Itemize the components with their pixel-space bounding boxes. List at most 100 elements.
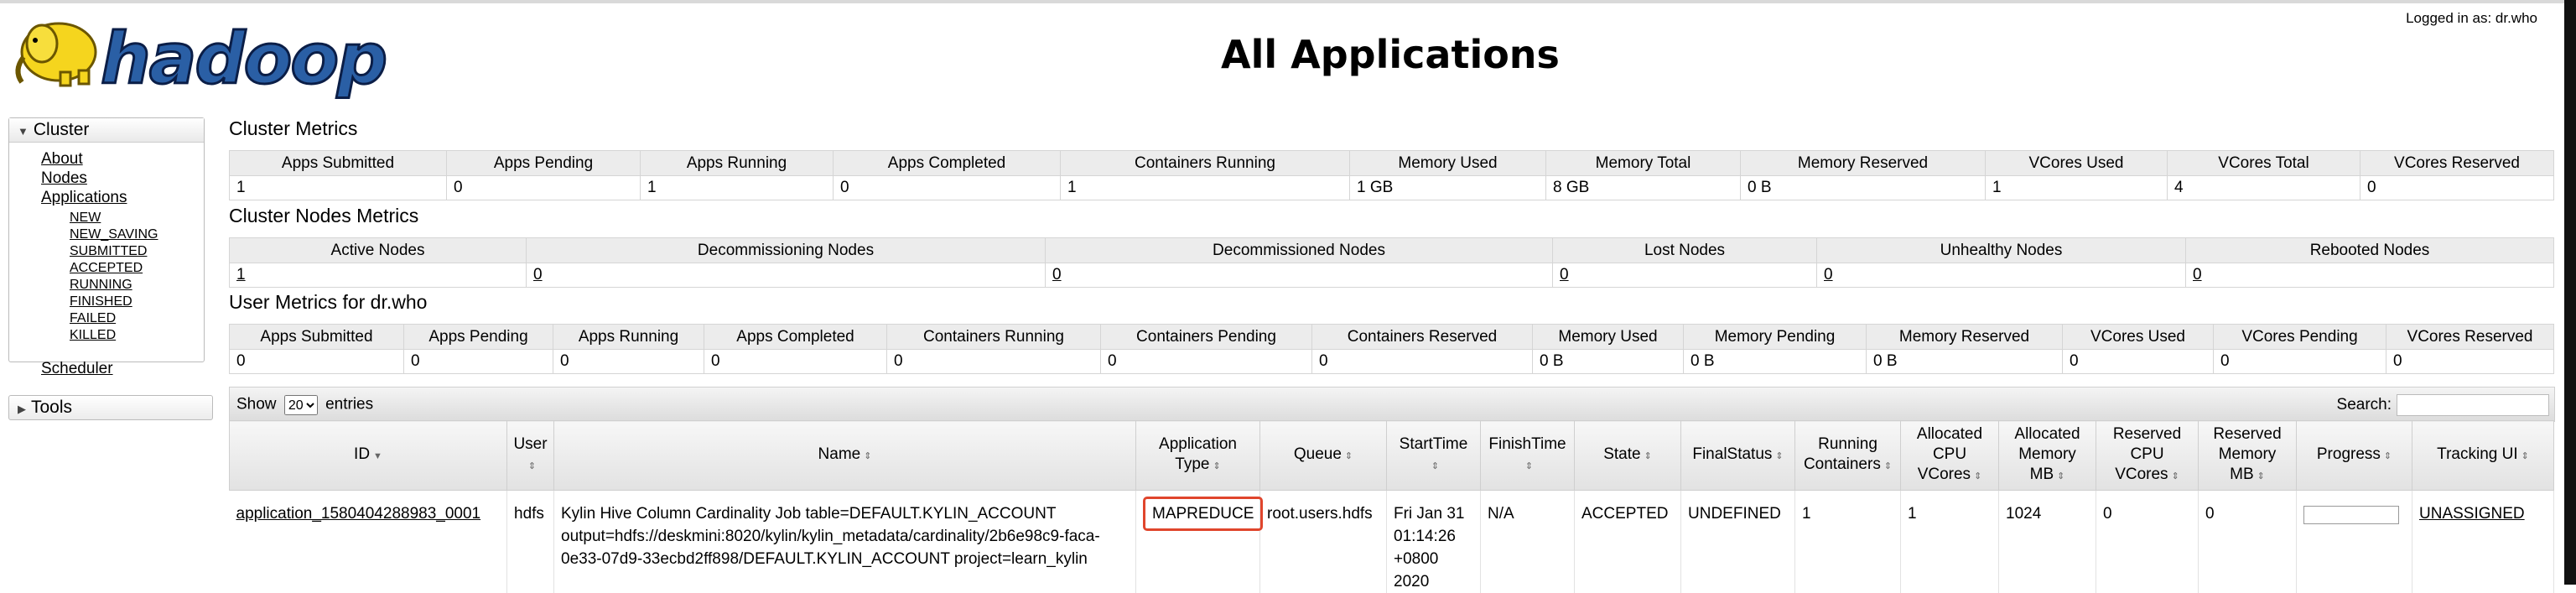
hadoop-logo[interactable]: hadoop — [10, 8, 354, 92]
sort-icon: ⇕ — [1644, 451, 1652, 461]
um-header: Apps Submitted — [230, 325, 404, 350]
cell-reserved-cpu: 0 — [2096, 491, 2199, 593]
sidebar-link-scheduler[interactable]: Scheduler — [41, 360, 113, 378]
unhealthy-nodes-link[interactable]: 0 — [1824, 266, 1833, 283]
nm-header: Decommissioning Nodes — [527, 238, 1046, 263]
decommissioning-nodes-link[interactable]: 0 — [533, 266, 543, 283]
col-header-name[interactable]: Name⇕ — [554, 421, 1136, 491]
um-value: 0 B — [1867, 350, 2063, 374]
col-header-finalstatus[interactable]: FinalStatus⇕ — [1681, 421, 1795, 491]
cell-name: Kylin Hive Column Cardinality Job table=… — [554, 491, 1136, 593]
um-header: VCores Pending — [2214, 325, 2386, 350]
cm-value: 4 — [2168, 176, 2360, 200]
sort-icon: ⇕ — [1213, 461, 1220, 471]
col-header-reserved-cpu[interactable]: Reserved CPU VCores⇕ — [2096, 421, 2199, 491]
col-header-queue[interactable]: Queue⇕ — [1260, 421, 1387, 491]
col-header-finishtime[interactable]: FinishTime⇕ — [1481, 421, 1575, 491]
um-value: 0 — [1312, 350, 1533, 374]
sidebar-link-applications[interactable]: Applications — [41, 189, 127, 207]
cm-value: 0 B — [1741, 176, 1986, 200]
um-header: Containers Running — [887, 325, 1101, 350]
um-value: 0 — [404, 350, 553, 374]
um-value: 0 — [2063, 350, 2214, 374]
sidebar-tools-panel[interactable]: ▶Tools — [8, 395, 213, 420]
application-id-link[interactable]: application_1580404288983_0001 — [236, 505, 481, 523]
cell-reserved-memory: 0 — [2199, 491, 2297, 593]
cell-queue: root.users.hdfs — [1260, 491, 1387, 593]
sort-icon: ⇕ — [1974, 471, 1981, 481]
cm-value: 8 GB — [1546, 176, 1741, 200]
active-nodes-link[interactable]: 1 — [236, 266, 246, 283]
tracking-ui-link[interactable]: UNASSIGNED — [2419, 505, 2525, 523]
cell-user: hdfs — [507, 491, 554, 593]
entries-select[interactable]: 20 — [284, 395, 318, 415]
show-entries: Show 20 entries — [236, 395, 373, 415]
col-header-user[interactable]: User⇕ — [507, 421, 554, 491]
cell-finishtime: N/A — [1481, 491, 1575, 593]
cluster-metrics-table: Apps Submitted Apps Pending Apps Running… — [229, 150, 2554, 200]
um-header: Apps Completed — [704, 325, 887, 350]
cell-allocated-memory: 1024 — [1999, 491, 2096, 593]
sidebar-link-about[interactable]: About — [41, 150, 83, 169]
cm-header: Apps Running — [641, 151, 834, 176]
sort-icon: ⇕ — [528, 461, 536, 471]
search-input[interactable] — [2397, 394, 2549, 416]
sort-icon: ⇕ — [1431, 461, 1439, 471]
logo-text: hadoop — [101, 23, 386, 94]
sidebar-state-new[interactable]: NEW — [70, 211, 101, 226]
rebooted-nodes-link[interactable]: 0 — [2193, 266, 2202, 283]
col-header-starttime[interactable]: StartTime⇕ — [1387, 421, 1481, 491]
table-controls: Show 20 entries Search: — [229, 387, 2555, 422]
cm-value: 1 — [641, 176, 834, 200]
sort-icon: ⇕ — [1345, 451, 1353, 461]
table-row: application_1580404288983_0001 hdfs Kyli… — [230, 491, 2554, 593]
sidebar-state-submitted[interactable]: SUBMITTED — [70, 244, 147, 259]
col-header-state[interactable]: State⇕ — [1575, 421, 1681, 491]
cell-application-type: MAPREDUCE — [1143, 497, 1263, 531]
nodes-metrics-table: Active Nodes Decommissioning Nodes Decom… — [229, 237, 2554, 288]
sidebar-cluster-header[interactable]: ▼Cluster — [9, 118, 204, 143]
cm-header: Memory Used — [1350, 151, 1546, 176]
cell-state: ACCEPTED — [1575, 491, 1681, 593]
page-title: All Applications — [1221, 32, 1560, 77]
cm-header: Apps Pending — [447, 151, 641, 176]
um-header: Memory Reserved — [1867, 325, 2063, 350]
sort-icon: ⇕ — [1884, 461, 1892, 471]
sidebar-state-failed[interactable]: FAILED — [70, 311, 116, 326]
sidebar-cluster-panel: ▼Cluster About Nodes Applications NEW NE… — [8, 117, 205, 362]
cm-header: Memory Total — [1546, 151, 1741, 176]
um-value: 0 B — [1684, 350, 1867, 374]
cm-header: VCores Reserved — [2360, 151, 2554, 176]
cell-finalstatus: UNDEFINED — [1681, 491, 1795, 593]
sidebar-state-finished[interactable]: FINISHED — [70, 294, 132, 310]
um-header: Memory Used — [1533, 325, 1684, 350]
decommissioned-nodes-link[interactable]: 0 — [1052, 266, 1062, 283]
col-header-allocated-cpu[interactable]: Allocated CPU VCores⇕ — [1901, 421, 1999, 491]
nm-header: Decommissioned Nodes — [1046, 238, 1553, 263]
sort-desc-icon: ▼ — [373, 451, 382, 461]
sidebar-state-running[interactable]: RUNNING — [70, 278, 132, 293]
sidebar-state-killed[interactable]: KILLED — [70, 328, 116, 343]
um-value: 0 — [887, 350, 1101, 374]
cm-value: 1 — [1061, 176, 1350, 200]
sidebar-link-nodes[interactable]: Nodes — [41, 169, 87, 188]
cm-value: 0 — [834, 176, 1061, 200]
col-header-reserved-memory[interactable]: Reserved Memory MB⇕ — [2199, 421, 2297, 491]
um-header: Apps Running — [553, 325, 704, 350]
nm-header: Rebooted Nodes — [2186, 238, 2554, 263]
um-header: Memory Pending — [1684, 325, 1867, 350]
cm-value: 0 — [2360, 176, 2554, 200]
col-header-running-containers[interactable]: Running Containers⇕ — [1795, 421, 1901, 491]
sidebar-state-new-saving[interactable]: NEW_SAVING — [70, 227, 158, 242]
col-header-allocated-memory[interactable]: Allocated Memory MB⇕ — [1999, 421, 2096, 491]
col-header-application-type[interactable]: Application Type⇕ — [1136, 421, 1260, 491]
col-header-progress[interactable]: Progress⇕ — [2297, 421, 2412, 491]
sort-icon: ⇕ — [2257, 471, 2265, 481]
lost-nodes-link[interactable]: 0 — [1560, 266, 1569, 283]
col-header-id[interactable]: ID▼ — [230, 421, 507, 491]
cm-value: 1 GB — [1350, 176, 1546, 200]
col-header-tracking-ui[interactable]: Tracking UI⇕ — [2412, 421, 2554, 491]
um-value: 0 — [553, 350, 704, 374]
sort-icon: ⇕ — [2172, 471, 2179, 481]
sidebar-state-accepted[interactable]: ACCEPTED — [70, 261, 143, 276]
